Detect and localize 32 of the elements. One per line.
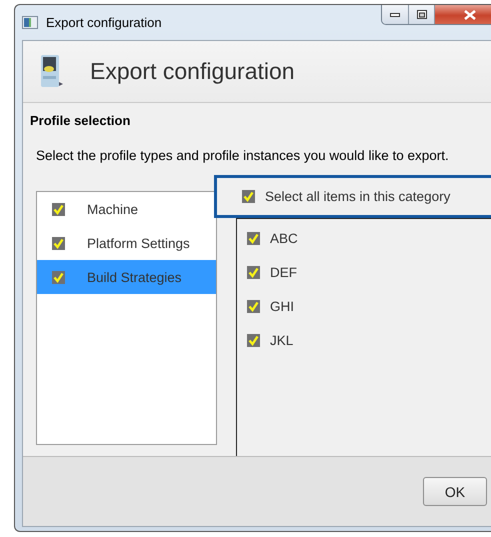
window-app-icon [22, 16, 38, 29]
ok-button[interactable]: OK [423, 477, 487, 506]
checkbox[interactable] [52, 270, 65, 284]
checkbox-label: ABC [270, 230, 298, 246]
dialog-heading: Export configuration [90, 58, 295, 85]
instruction-text: Select the profile types and profile instances you would like to export. [36, 147, 450, 165]
checkbox[interactable] [247, 334, 260, 346]
minimize-button[interactable] [382, 5, 408, 24]
printer-icon [40, 54, 64, 90]
checkbox[interactable] [52, 202, 65, 216]
checkbox-label: JKL [270, 332, 294, 348]
close-icon [464, 10, 476, 20]
checkbox[interactable] [247, 266, 260, 278]
profile-type-item[interactable]: Platform Settings [37, 226, 216, 260]
maximize-button[interactable] [408, 5, 434, 24]
checkbox[interactable] [247, 232, 260, 244]
checkbox[interactable] [52, 236, 65, 250]
profile-type-item[interactable]: Machine [37, 192, 216, 226]
checkbox-label: GHI [270, 298, 294, 314]
item-label: Build Strategies [87, 270, 182, 284]
section-title: Profile selection [30, 112, 132, 130]
item-label: Platform Settings [87, 236, 190, 250]
window-title: Export configuration [46, 15, 162, 30]
close-button[interactable] [434, 5, 491, 24]
checkbox-label: Select all items in this category [265, 189, 450, 204]
item-label: Machine [87, 202, 138, 216]
maximize-icon [416, 10, 426, 19]
checkbox[interactable] [242, 190, 255, 203]
checkbox-label: DEF [270, 264, 297, 280]
profile-type-item[interactable]: Build Strategies [37, 260, 216, 294]
checkbox[interactable] [247, 300, 260, 312]
minimize-icon [390, 12, 400, 16]
